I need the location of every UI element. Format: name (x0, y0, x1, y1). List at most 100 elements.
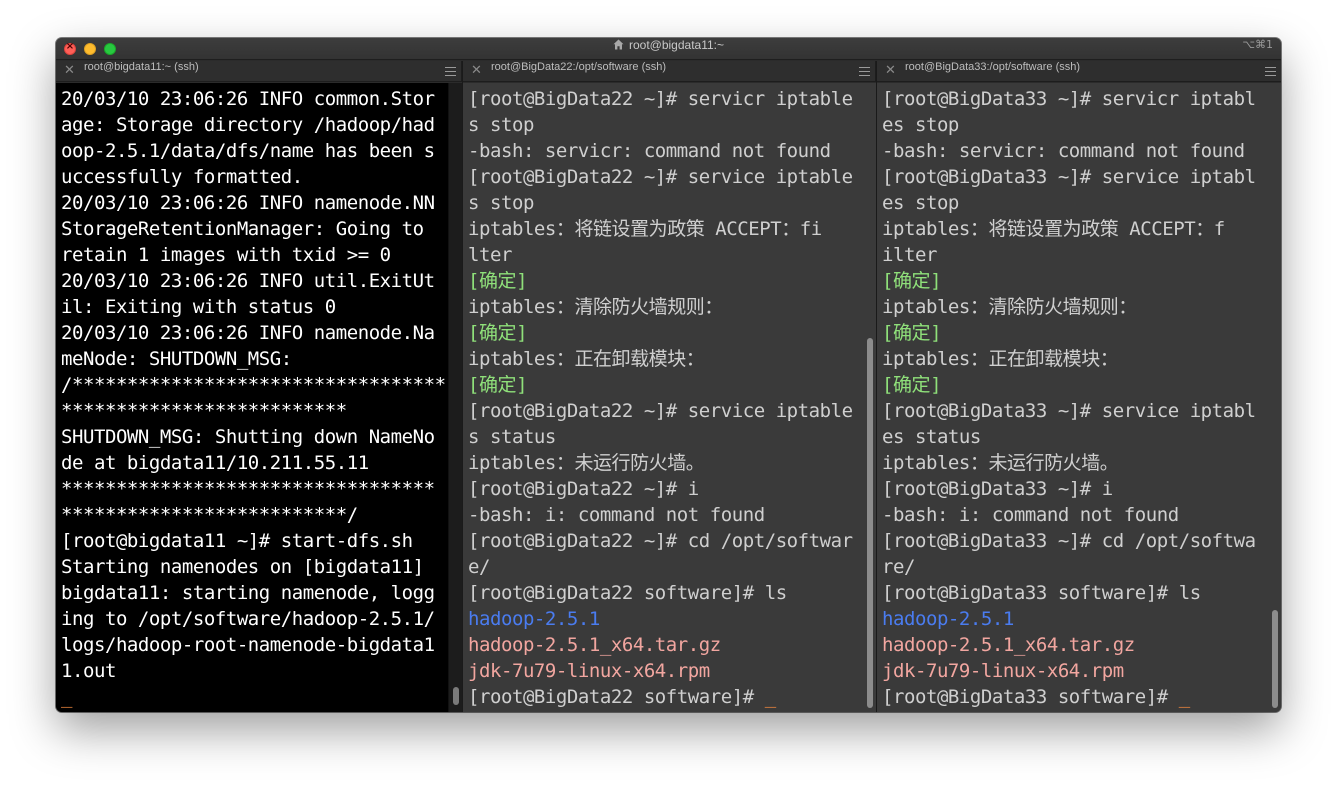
tab-menu-icon[interactable] (859, 67, 870, 76)
terminal-output: [root@BigData33 ~]# servicr iptabl es sto… (882, 86, 1256, 710)
terminal-line-directory: hadoop-2.5.1 (882, 608, 1014, 630)
terminal-line: [root@BigData33 ~]# cd /opt/softwa (882, 530, 1256, 552)
terminal-prompt-line: _ (61, 684, 446, 710)
terminal-line: re/ (882, 556, 915, 578)
terminal-line: [root@BigData33 ~]# service iptabl (882, 166, 1256, 188)
terminal-line: lter (468, 244, 512, 266)
terminal-line: iptables：未运行防火墙。 (468, 452, 705, 474)
terminal-line: [root@bigdata11 ~]# start-dfs.sh (61, 530, 413, 552)
terminal-line: -bash: servicr: command not found (468, 140, 831, 162)
terminal-line: retain 1 images with txid >= 0 (61, 244, 391, 266)
terminal-line-ok: [确定] (468, 322, 528, 344)
tab-label: root@BigData22:/opt/software (ssh) (491, 61, 667, 73)
terminal-line: 20/03/10 23:06:26 INFO common.Stor (61, 88, 435, 110)
terminal-line: oop-2.5.1/data/dfs/name has been s (61, 140, 435, 162)
tab-close-icon[interactable]: ✕ (885, 63, 896, 79)
terminal-line: [root@BigData33 ~]# i (882, 478, 1113, 500)
terminal-line: -bash: i: command not found (468, 504, 765, 526)
terminal-line: meNode: SHUTDOWN_MSG: (61, 348, 292, 370)
terminal-line: ************************** (61, 400, 347, 422)
scrollbar-thumb[interactable] (867, 338, 873, 708)
terminal-line: ilter (882, 244, 937, 266)
terminal-line: es stop (882, 114, 959, 136)
title-bar[interactable]: root@bigdata11:~ ⌥⌘1 (56, 38, 1281, 60)
terminal-pane-bigdata33[interactable]: [root@BigData33 ~]# servicr iptabl es sto… (877, 83, 1281, 712)
pane-divider[interactable] (876, 61, 877, 712)
terminal-line-archive: hadoop-2.5.1_x64.tar.gz (468, 634, 721, 656)
terminal-line-ok: [确定] (468, 270, 528, 292)
terminal-line: uccessfully formatted. (61, 166, 303, 188)
pane-divider[interactable] (462, 61, 463, 712)
scrollbar-bigdata33[interactable] (1269, 83, 1281, 712)
home-icon (613, 39, 624, 50)
terminal-line-archive: jdk-7u79-linux-x64.rpm (468, 660, 710, 682)
terminal-prompt-line: [root@BigData22 software]# _ (468, 684, 853, 710)
terminal-line: -bash: i: command not found (882, 504, 1179, 526)
terminal-line: iptables：清除防火墙规则： (882, 296, 1137, 318)
terminal-line: logs/hadoop-root-namenode-bigdata1 (61, 634, 435, 656)
scrollbar-bigdata22[interactable] (864, 83, 876, 712)
terminal-line: Starting namenodes on [bigdata11] (61, 556, 424, 578)
terminal-cursor: _ (1178, 686, 1190, 708)
terminal-line: 20/03/10 23:06:26 INFO util.ExitUt (61, 270, 435, 292)
terminal-line-archive: jdk-7u79-linux-x64.rpm (882, 660, 1124, 682)
tab-menu-icon[interactable] (1265, 67, 1276, 76)
terminal-window: root@bigdata11:~ ⌥⌘1 ✕ root@bigdata11:~ … (56, 38, 1281, 712)
terminal-line: s stop (468, 192, 534, 214)
tab-bigdata11[interactable]: ✕ root@bigdata11:~ (ssh) (56, 61, 462, 82)
terminal-line: [root@BigData22 ~]# service iptable (468, 166, 853, 188)
window-shortcut: ⌥⌘1 (1242, 38, 1273, 51)
terminal-line: [root@BigData22 ~]# cd /opt/softwar (468, 530, 853, 552)
terminal-line: iptables：正在卸载模块： (882, 348, 1119, 370)
terminal-line: il: Exiting with status 0 (61, 296, 336, 318)
tab-bigdata22[interactable]: ✕ root@BigData22:/opt/software (ssh) (463, 61, 876, 82)
terminal-line: es stop (882, 192, 959, 214)
terminal-line: [root@BigData22 software]# ls (468, 582, 787, 604)
terminal-line: s stop (468, 114, 534, 136)
terminal-line: -bash: servicr: command not found (882, 140, 1245, 162)
tab-menu-icon[interactable] (445, 67, 456, 76)
terminal-line-ok: [确定] (882, 322, 942, 344)
terminal-line: iptables：将链设置为政策 ACCEPT：fi (468, 218, 822, 240)
terminal-line-ok: [确定] (468, 374, 528, 396)
terminal-line: iptables：未运行防火墙。 (882, 452, 1119, 474)
terminal-line: 1.out (61, 660, 116, 682)
scrollbar-bigdata11[interactable] (448, 83, 462, 712)
terminal-line: de at bigdata11/10.211.55.11 (61, 452, 369, 474)
scrollbar-thumb[interactable] (1272, 610, 1278, 708)
terminal-line-ok: [确定] (882, 374, 942, 396)
tab-bar: ✕ root@bigdata11:~ (ssh) ✕ root@BigData2… (56, 61, 1281, 82)
terminal-output: 20/03/10 23:06:26 INFO common.Stor age: S… (61, 86, 446, 710)
terminal-line: **************************/ (61, 504, 358, 526)
terminal-line: es status (882, 426, 981, 448)
terminal-line: iptables：清除防火墙规则： (468, 296, 723, 318)
terminal-line: [root@BigData33 software]# (882, 686, 1179, 708)
tab-close-icon[interactable]: ✕ (471, 63, 482, 79)
terminal-pane-bigdata11[interactable]: 20/03/10 23:06:26 INFO common.Stor age: S… (56, 83, 462, 712)
tab-label: root@bigdata11:~ (ssh) (84, 61, 199, 73)
terminal-line-archive: hadoop-2.5.1_x64.tar.gz (882, 634, 1135, 656)
terminal-line: StorageRetentionManager: Going to (61, 218, 424, 240)
terminal-output: [root@BigData22 ~]# servicr iptable s sto… (468, 86, 853, 710)
terminal-line: iptables：将链设置为政策 ACCEPT：f (882, 218, 1225, 240)
terminal-line: [root@BigData22 software]# (468, 686, 765, 708)
window-title-text: root@bigdata11:~ (628, 38, 725, 52)
terminal-cursor: _ (764, 686, 776, 708)
scrollbar-thumb[interactable] (453, 687, 459, 705)
terminal-line: 20/03/10 23:06:26 INFO namenode.NN (61, 192, 435, 214)
terminal-line: ing to /opt/software/hadoop-2.5.1/ (61, 608, 435, 630)
terminal-line: [root@BigData22 ~]# service iptable (468, 400, 853, 422)
terminal-pane-bigdata22[interactable]: [root@BigData22 ~]# servicr iptable s sto… (463, 83, 876, 712)
window-title: root@bigdata11:~ (56, 38, 1281, 60)
terminal-line: bigdata11: starting namenode, logg (61, 582, 435, 604)
terminal-prompt-line: [root@BigData33 software]# _ (882, 684, 1256, 710)
terminal-line-directory: hadoop-2.5.1 (468, 608, 600, 630)
tab-bigdata33[interactable]: ✕ root@BigData33:/opt/software (ssh) (877, 61, 1281, 82)
terminal-line: 20/03/10 23:06:26 INFO namenode.Na (61, 322, 435, 344)
tab-close-icon[interactable]: ✕ (64, 63, 75, 79)
terminal-line: age: Storage directory /hadoop/had (61, 114, 435, 136)
terminal-line: [root@BigData33 ~]# servicr iptabl (882, 88, 1256, 110)
terminal-line: /********************************** (61, 374, 446, 396)
terminal-line: s status (468, 426, 556, 448)
terminal-line: e/ (468, 556, 490, 578)
